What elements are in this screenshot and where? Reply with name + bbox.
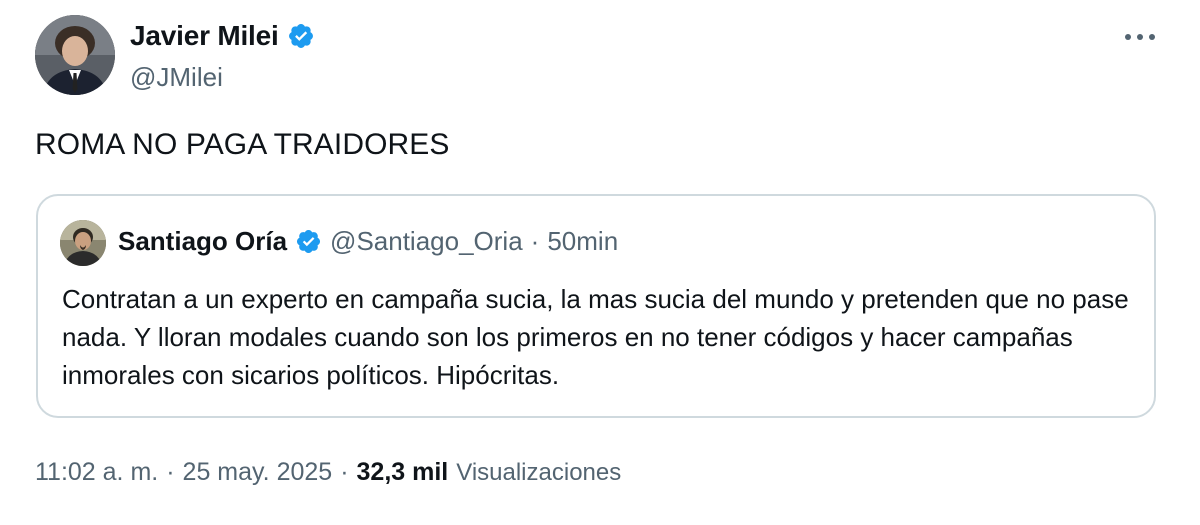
quote-header: Santiago Oría @Santiago_Oria · 50min [118,226,618,257]
author-handle[interactable]: @JMilei [130,62,223,93]
author-avatar-image [35,15,115,95]
author-avatar[interactable] [35,15,115,95]
author-name[interactable]: Javier Milei [130,20,279,52]
views-count: 32,3 mil [356,458,449,486]
verified-badge-icon [287,22,315,50]
quote-author-avatar[interactable] [60,220,106,266]
meta-separator: · [340,458,349,486]
quote-text: Contratan a un experto en campaña sucia,… [62,284,1129,390]
tweet-time[interactable]: 11:02 a. m. [35,458,158,487]
quote-author-avatar-image [60,220,106,266]
quoted-tweet[interactable]: Santiago Oría @Santiago_Oria · 50min Con… [36,194,1156,418]
quote-separator: · [530,226,540,256]
tweet-date[interactable]: 25 may. 2025 [183,458,333,487]
more-horizontal-icon [1125,34,1155,40]
meta-separator: · [166,458,175,486]
author-name-row: Javier Milei [130,20,315,52]
views-label[interactable]: Visualizaciones [456,459,621,487]
tweet-metadata: 11:02 a. m. · 25 may. 2025 · 32,3 mil Vi… [35,458,621,487]
quote-author-handle[interactable]: @Santiago_Oria [330,226,523,257]
tweet-card: Javier Milei @JMilei ROMA NO PAGA TRAIDO… [0,0,1200,525]
verified-badge-icon [295,228,322,255]
more-options-button[interactable] [1118,22,1162,52]
tweet-text: ROMA NO PAGA TRAIDORES [35,128,450,161]
quote-author-name[interactable]: Santiago Oría [118,226,287,257]
quote-timestamp[interactable]: 50min [547,226,618,257]
